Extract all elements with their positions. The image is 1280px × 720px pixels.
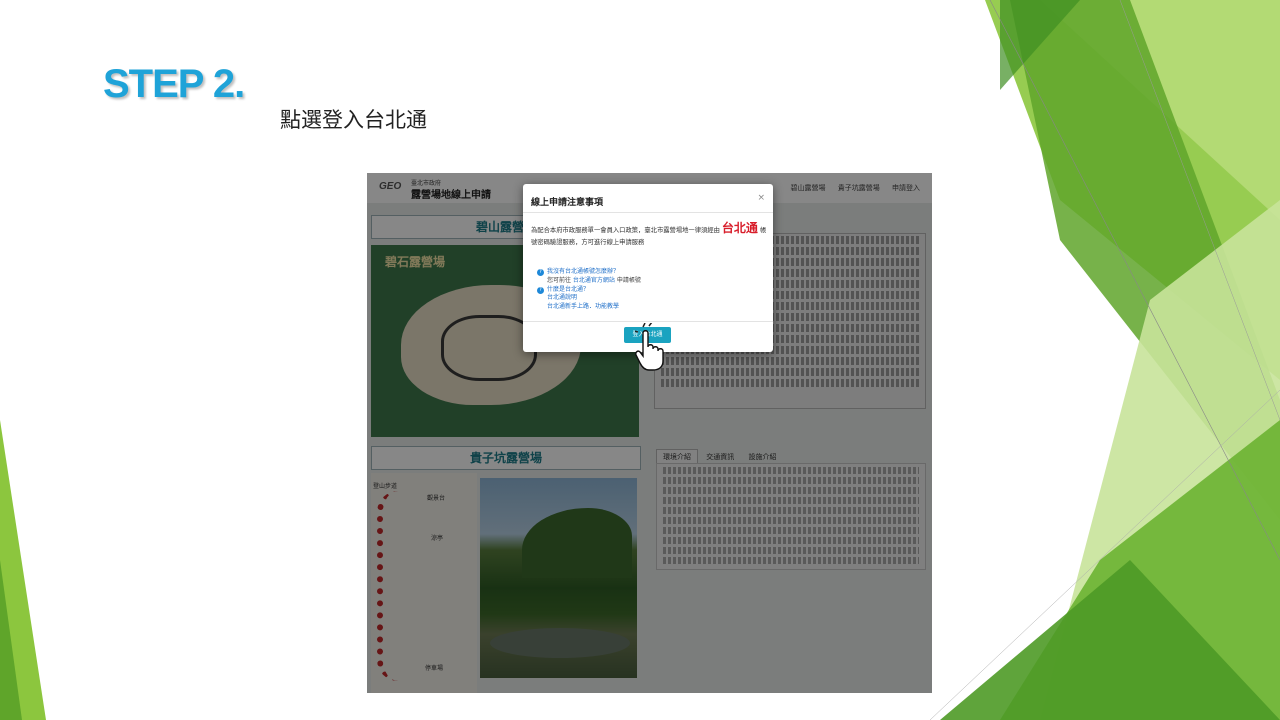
modal-title: 線上申請注意事項	[531, 198, 604, 208]
embedded-screenshot: GEO 臺北市政府 露營場地線上申請 碧山露營場 貴子坑露營場 申請登入 碧山露…	[367, 173, 932, 693]
faq-list: ? 我沒有台北通帳號怎麼辦？ 您可前往 台北通官方網站 申請帳號 ? 什麼是台北通？…	[537, 268, 641, 312]
taipeipass-highlight: 台北通	[721, 221, 758, 235]
faq-answer: 您可前往 台北通官方網站 申請帳號	[537, 277, 641, 286]
divider	[523, 321, 773, 322]
divider	[523, 212, 773, 213]
faq-question: ? 我沒有台北通帳號怎麼辦？	[537, 268, 641, 277]
modal-body: 為配合本府市政服務單一會員入口政策，臺北市露營場地一律須經由 台北通 帳號密碼驗…	[531, 222, 767, 249]
taipeipass-intro-link[interactable]: 台北通說明	[547, 294, 577, 301]
faq-answer: 台北通新手上路．功能教學	[537, 303, 641, 312]
official-site-link[interactable]: 台北通官方網站	[573, 277, 615, 284]
body-text-pre: 為配合本府市政服務單一會員入口政策，臺北市露營場地一律須經由	[531, 227, 720, 234]
hand-cursor-icon	[635, 323, 664, 371]
step-title: STEP 2.	[103, 62, 245, 106]
faq-answer-text: 申請帳號	[614, 276, 641, 284]
faq-answer-text: 您可前往	[547, 276, 573, 284]
close-icon[interactable]: ×	[757, 193, 765, 203]
faq-question-text: 什麼是台北通？	[547, 285, 590, 293]
faq-answer: 台北通說明	[537, 294, 641, 303]
step-description: 點選登入台北通	[280, 108, 427, 132]
question-icon: ?	[537, 269, 544, 276]
faq-question-text: 我沒有台北通帳號怎麼辦？	[547, 268, 620, 275]
taipeipass-tutorial-link[interactable]: 台北通新手上路．功能教學	[547, 303, 619, 310]
question-icon: ?	[537, 286, 544, 294]
